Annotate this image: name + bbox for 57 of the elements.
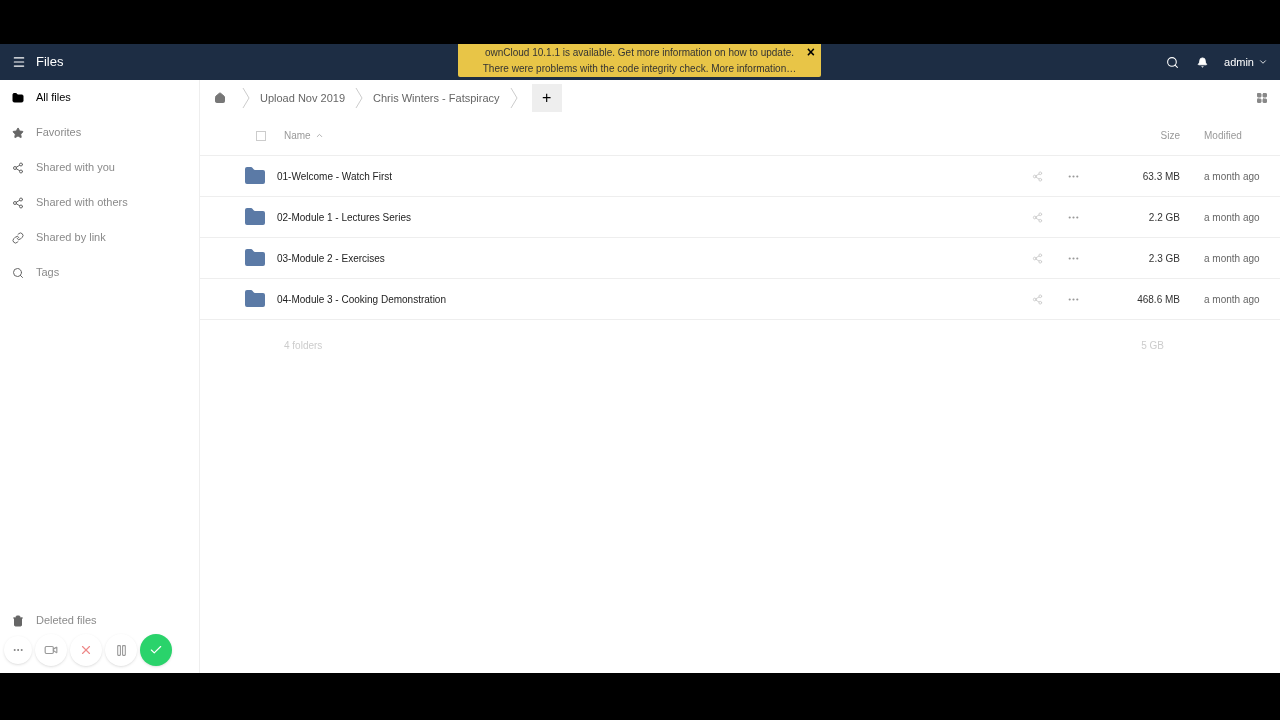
file-size: 2.2 GB xyxy=(1147,210,1180,225)
breadcrumb-link[interactable]: Chris Winters - Fatspiracy xyxy=(373,89,500,107)
app-title: Files xyxy=(36,53,64,72)
folder-icon xyxy=(12,91,24,104)
file-name: 04-Module 3 - Cooking Demonstration xyxy=(277,292,446,307)
chevron-separator-icon xyxy=(509,87,518,109)
share-icon[interactable] xyxy=(1032,170,1043,182)
user-menu[interactable]: admin xyxy=(1224,53,1268,71)
notification-text: There were problems with the code integrity check. More information… xyxy=(482,61,797,76)
bell-icon[interactable] xyxy=(1197,56,1209,68)
link-icon xyxy=(12,231,24,244)
file-name: 03-Module 2 - Exercises xyxy=(277,251,385,266)
file-size: 2.3 GB xyxy=(1147,251,1180,266)
search-icon xyxy=(12,266,24,279)
sidebar-item[interactable]: Shared by link xyxy=(0,220,199,255)
sidebar-item[interactable]: Tags xyxy=(0,255,199,290)
search-icon[interactable] xyxy=(1166,55,1180,69)
menu-icon[interactable] xyxy=(12,55,26,69)
file-row[interactable]: 01-Welcome - Watch First 63.3 MB a month ago xyxy=(200,156,1280,197)
select-all-checkbox[interactable] xyxy=(256,130,266,141)
file-row[interactable]: 02-Module 1 - Lectures Series 2.2 GB a month ago xyxy=(200,197,1280,238)
share-icon[interactable] xyxy=(1032,211,1043,223)
file-modified: a month ago xyxy=(1203,292,1261,307)
sidebar-item[interactable]: Shared with others xyxy=(0,185,199,220)
close-icon xyxy=(79,643,93,657)
notification-text: ownCloud 10.1.1 is available. Get more information on how to update. xyxy=(484,45,795,60)
share-icon[interactable] xyxy=(1032,252,1043,264)
share-icon[interactable] xyxy=(1032,293,1043,305)
share-icon xyxy=(12,196,24,209)
grid-view-icon[interactable] xyxy=(1256,92,1268,104)
sidebar-item[interactable]: Shared with you xyxy=(0,150,199,185)
file-modified: a month ago xyxy=(1203,251,1261,266)
file-size: 468.6 MB xyxy=(1136,292,1180,307)
home-icon[interactable] xyxy=(214,92,226,104)
check-icon xyxy=(149,643,163,657)
sidebar-item[interactable]: Favorites xyxy=(0,115,199,150)
star-icon xyxy=(12,126,24,139)
chevron-separator-icon xyxy=(355,87,363,109)
sort-icon xyxy=(314,131,324,140)
file-size: 63.3 MB xyxy=(1141,169,1180,184)
sidebar-item[interactable]: All files xyxy=(0,80,199,115)
chevron-separator-icon xyxy=(242,87,250,109)
file-name: 02-Module 1 - Lectures Series xyxy=(277,210,411,225)
caret-icon xyxy=(1258,57,1268,67)
trash-icon xyxy=(12,614,24,627)
pause-icon xyxy=(114,643,128,657)
video-camera-icon xyxy=(44,643,58,657)
file-modified: a month ago xyxy=(1203,210,1261,225)
new-button[interactable]: + xyxy=(531,84,562,112)
share-icon xyxy=(12,161,24,174)
breadcrumb-link[interactable]: Upload Nov 2019 xyxy=(260,89,345,107)
sidebar-item[interactable]: Deleted files xyxy=(0,603,199,638)
file-row[interactable]: 04-Module 3 - Cooking Demonstration 468.6 MB a month ago xyxy=(200,279,1280,320)
file-name: 01-Welcome - Watch First xyxy=(277,169,393,184)
file-row[interactable]: 03-Module 2 - Exercises 2.3 GB a month ago xyxy=(200,238,1280,279)
close-button[interactable]: × xyxy=(806,44,815,60)
file-modified: a month ago xyxy=(1203,169,1261,184)
